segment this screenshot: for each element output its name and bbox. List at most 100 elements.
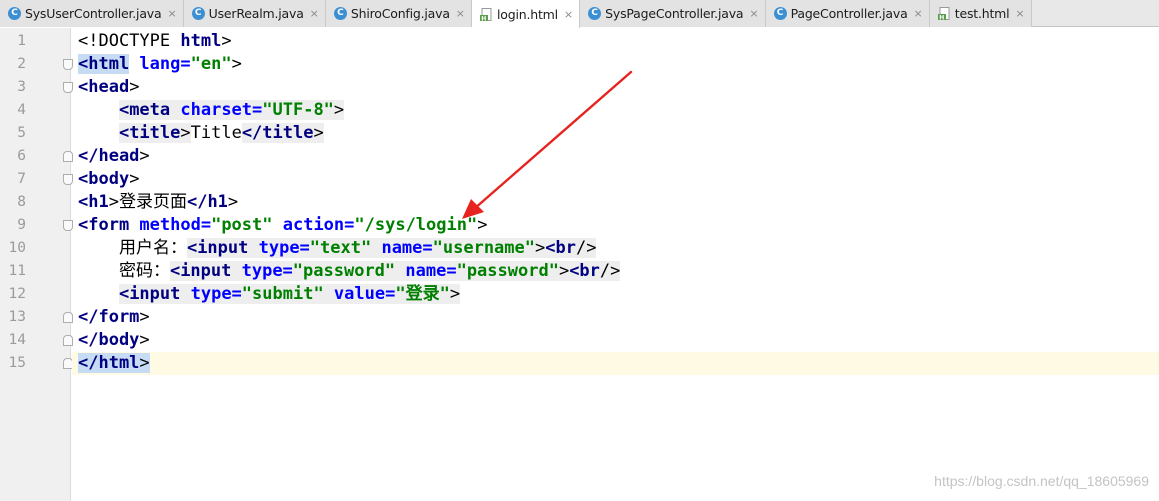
code-token: </body: [78, 330, 140, 350]
code-token: name=: [371, 238, 433, 258]
code-token: name=: [395, 261, 457, 281]
tab-userrealm-java[interactable]: C UserRealm.java ×: [183, 0, 326, 27]
html-file-icon: H: [937, 7, 951, 21]
code-token: >: [129, 169, 140, 189]
tab-label: PageController.java: [790, 6, 908, 21]
code-token: <title: [118, 123, 181, 143]
code-token: "en": [190, 54, 232, 74]
tab-label: UserRealm.java: [208, 6, 304, 21]
code-token: "/sys/login": [354, 215, 478, 235]
line-number: 10: [8, 240, 26, 256]
line-number: 6: [17, 148, 26, 164]
code-token: >: [227, 192, 239, 212]
code-token: "UTF-8": [262, 100, 334, 120]
code-token: </form: [78, 307, 140, 327]
code-token: <br: [545, 238, 576, 258]
code-token: "password": [292, 261, 396, 281]
line-number: 14: [8, 332, 26, 348]
tab-syspagecontroller-java[interactable]: C SysPageController.java ×: [580, 0, 766, 27]
code-editor[interactable]: <!DOCTYPE html> <html lang="en"> <head> …: [72, 28, 1159, 501]
code-text: 用户名：: [118, 238, 187, 258]
code-token: </h1: [186, 192, 228, 212]
code-token: >: [108, 192, 119, 212]
code-token: "post": [211, 215, 273, 235]
code-token: "username": [432, 238, 535, 258]
tab-shiroconfig-java[interactable]: C ShiroConfig.java ×: [325, 0, 473, 27]
code-token: >: [221, 31, 232, 51]
java-class-icon: C: [588, 7, 602, 20]
code-line-3: <head>: [78, 76, 139, 99]
code-token: "password": [456, 261, 559, 281]
code-token: >: [477, 215, 488, 235]
close-icon[interactable]: ×: [310, 8, 319, 19]
code-line-15: </html>: [78, 352, 150, 375]
code-token: >: [139, 146, 150, 166]
editor-tab-bar: C SysUserController.java × C UserRealm.j…: [0, 0, 1159, 28]
code-token: >: [231, 54, 242, 74]
svg-text:H: H: [939, 14, 944, 21]
code-line-4: <meta charset="UTF-8">: [78, 99, 345, 122]
code-token: <input: [169, 261, 232, 281]
close-icon[interactable]: ×: [914, 8, 923, 19]
code-line-9: <form method="post" action="/sys/login">: [78, 214, 487, 237]
java-class-icon: C: [8, 7, 21, 20]
java-class-icon: C: [191, 7, 205, 20]
code-line-11: 密码：<input type="password" name="password…: [78, 260, 621, 283]
close-icon[interactable]: ×: [1015, 8, 1024, 19]
java-class-icon: C: [773, 7, 787, 20]
tab-test-html[interactable]: H test.html ×: [929, 0, 1032, 27]
line-number: 13: [8, 309, 26, 325]
code-token: charset=: [170, 100, 263, 120]
code-line-1: <!DOCTYPE html>: [78, 30, 232, 53]
code-token: <form: [78, 215, 130, 235]
code-token: type=: [231, 261, 293, 281]
close-icon[interactable]: ×: [564, 9, 573, 20]
code-token: <head: [78, 77, 130, 97]
tab-login-html[interactable]: H login.html ×: [472, 0, 581, 28]
code-token: >: [449, 284, 461, 304]
code-token: html: [180, 31, 222, 51]
code-token: "text": [309, 238, 372, 258]
line-number: 9: [17, 217, 26, 233]
code-token: >: [535, 238, 546, 258]
code-token: <html: [78, 54, 130, 74]
code-text: 密码：: [118, 261, 170, 281]
java-class-icon: C: [333, 7, 347, 20]
tab-sysusercontroller-java[interactable]: C SysUserController.java ×: [0, 0, 184, 27]
code-token: "submit": [241, 284, 324, 304]
line-number: 2: [17, 56, 26, 72]
code-token: <br: [569, 261, 600, 281]
code-line-10: 用户名：<input type="text" name="username"><…: [78, 237, 597, 260]
code-token: action=: [272, 215, 355, 235]
watermark: https://blog.csdn.net/qq_18605969: [934, 473, 1149, 489]
line-number: 12: [8, 286, 26, 302]
line-number: 7: [17, 171, 26, 187]
code-text: 登录页面: [118, 192, 187, 212]
tab-pagecontroller-java[interactable]: C PageController.java ×: [765, 0, 930, 27]
close-icon[interactable]: ×: [456, 8, 465, 19]
close-icon[interactable]: ×: [167, 8, 176, 19]
code-token: type=: [248, 238, 310, 258]
code-token: />: [575, 238, 597, 258]
code-token: >: [139, 353, 150, 373]
code-token: value=: [323, 284, 396, 304]
code-token: lang=: [129, 54, 191, 74]
line-number-gutter[interactable]: 1 2 3 4 5 6 7 8 9 10 11 12 13 14 15: [0, 28, 73, 501]
close-icon[interactable]: ×: [749, 8, 758, 19]
line-number: 1: [17, 33, 26, 49]
code-line-7: <body>: [78, 168, 139, 191]
code-line-6: </head>: [78, 145, 150, 168]
code-text: Title: [190, 123, 242, 143]
line-number: 5: [17, 125, 26, 141]
code-token: <body: [78, 169, 130, 189]
current-line-highlight: [72, 352, 1159, 375]
code-token: <!DOCTYPE: [78, 31, 181, 51]
tab-label: SysUserController.java: [25, 6, 162, 21]
code-line-2: <html lang="en">: [78, 53, 242, 76]
code-token: >: [180, 123, 191, 143]
code-token: <meta: [118, 100, 171, 120]
